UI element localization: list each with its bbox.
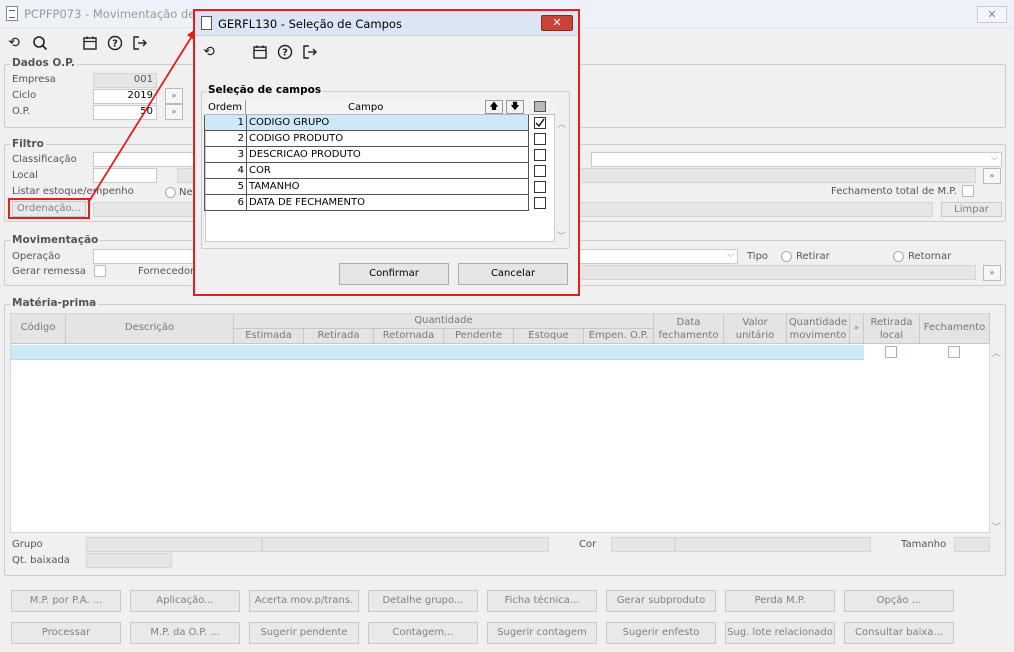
row-checkbox-3[interactable] [534, 149, 546, 161]
ordem-value: 5 [237, 181, 244, 192]
confirmar-button[interactable]: Confirmar [339, 263, 449, 285]
list-item[interactable]: 2 CODIGO PRODUTO [205, 131, 528, 147]
campo-value: DESCRICAO PRODUTO [249, 149, 361, 160]
selecao-group-title: Seleção de campos [206, 84, 324, 96]
cancelar-button[interactable]: Cancelar [458, 263, 568, 285]
row-checkbox-6[interactable] [534, 197, 546, 209]
svg-text:?: ? [282, 48, 288, 59]
row-checkbox-2[interactable] [534, 133, 546, 145]
campo-value: CODIGO GRUPO [249, 117, 330, 128]
campo-value: COR [249, 165, 271, 176]
ordem-value: 4 [237, 165, 244, 176]
dialog-title-bar: GERFL130 - Seleção de Campos ✕ [195, 11, 578, 36]
scroll-up-icon[interactable]: ︿ [557, 117, 566, 130]
move-down-icon[interactable]: 🡇 [506, 100, 524, 114]
campo-value: DATA DE FECHAMENTO [249, 197, 365, 208]
list-item[interactable]: 5 TAMANHO [205, 179, 528, 195]
select-all-checkbox[interactable] [534, 101, 546, 112]
col-ordem-header[interactable]: Ordem [208, 102, 242, 113]
ordem-value: 2 [237, 133, 244, 144]
refresh-icon[interactable]: ⟲ [201, 44, 217, 60]
column-divider [245, 100, 246, 114]
selecao-campos-dialog: GERFL130 - Seleção de Campos ✕ ⟲ ? Seleç… [193, 9, 580, 296]
help-icon[interactable]: ? [277, 44, 293, 60]
row-checkbox-5[interactable] [534, 181, 546, 193]
fields-list: 1 CODIGO GRUPO 2 CODIGO PRODUTO 3 DESCRI… [204, 115, 529, 211]
row-checkbox-4[interactable] [534, 165, 546, 177]
ordem-value: 3 [237, 149, 244, 160]
ordem-value: 6 [237, 197, 244, 208]
campo-value: CODIGO PRODUTO [249, 133, 344, 144]
list-item[interactable]: 4 COR [205, 163, 528, 179]
move-up-icon[interactable]: 🡅 [485, 100, 503, 114]
calendar-icon[interactable] [252, 44, 268, 60]
dialog-title: GERFL130 - Seleção de Campos [218, 17, 402, 31]
document-icon [201, 16, 212, 30]
ordem-value: 1 [237, 117, 244, 128]
scroll-down-icon[interactable]: ﹀ [557, 229, 566, 242]
col-campo-header[interactable]: Campo [348, 102, 383, 113]
list-item[interactable]: 3 DESCRICAO PRODUTO [205, 147, 528, 163]
list-item[interactable]: 1 CODIGO GRUPO [205, 115, 528, 131]
dialog-close-button[interactable]: ✕ [541, 15, 573, 31]
row-checkbox-1[interactable] [534, 117, 546, 129]
list-item[interactable]: 6 DATA DE FECHAMENTO [205, 195, 528, 211]
grid-scrollbar[interactable]: ︿ ﹀ [557, 117, 567, 242]
exit-icon[interactable] [302, 44, 318, 60]
campo-value: TAMANHO [249, 181, 300, 192]
